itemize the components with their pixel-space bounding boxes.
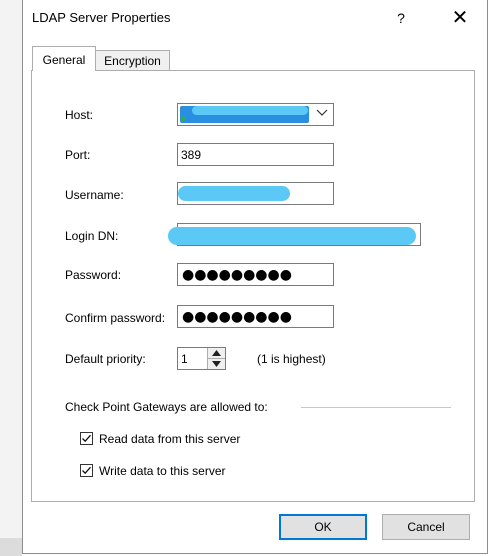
port-value: 389 bbox=[181, 148, 202, 162]
cancel-button[interactable]: Cancel bbox=[382, 514, 470, 540]
write-data-checkbox[interactable] bbox=[80, 464, 93, 477]
chevron-down-icon[interactable] bbox=[311, 104, 333, 125]
read-data-label[interactable]: Read data from this server bbox=[99, 432, 240, 446]
checkmark-icon bbox=[82, 466, 91, 475]
priority-value: 1 bbox=[181, 352, 188, 366]
login-dn-input[interactable] bbox=[168, 223, 421, 246]
ok-button[interactable]: OK bbox=[279, 514, 367, 540]
redaction-mark bbox=[168, 227, 416, 245]
confirm-password-value: ●●●●●●●●● bbox=[182, 309, 292, 325]
priority-hint: (1 is highest) bbox=[257, 352, 326, 366]
close-button[interactable]: ✕ bbox=[444, 5, 476, 31]
write-data-label[interactable]: Write data to this server bbox=[99, 464, 226, 478]
priority-stepper[interactable]: 1 bbox=[177, 347, 226, 370]
login-dn-label: Login DN: bbox=[65, 229, 119, 243]
password-value: ●●●●●●●●● bbox=[182, 267, 292, 283]
background-taskbar bbox=[0, 538, 22, 556]
help-button[interactable]: ? bbox=[389, 5, 413, 31]
password-input[interactable]: ●●●●●●●●● bbox=[177, 263, 334, 286]
host-combobox[interactable] bbox=[177, 103, 334, 126]
username-input[interactable] bbox=[177, 182, 334, 205]
group-divider bbox=[301, 407, 451, 408]
ldap-properties-dialog: LDAP Server Properties ? ✕ General Encry… bbox=[22, 0, 488, 554]
background-window bbox=[0, 0, 22, 556]
general-panel: Host: Port: 389 Username: Login DN: Pass… bbox=[31, 70, 475, 502]
host-label: Host: bbox=[65, 108, 94, 122]
redaction-mark bbox=[192, 106, 308, 115]
confirm-password-input[interactable]: ●●●●●●●●● bbox=[177, 305, 334, 328]
password-label: Password: bbox=[65, 268, 122, 282]
title-bar[interactable]: LDAP Server Properties ? ✕ bbox=[23, 0, 487, 38]
port-input[interactable]: 389 bbox=[177, 143, 334, 166]
port-label: Port: bbox=[65, 148, 91, 162]
host-color-marker bbox=[181, 115, 186, 123]
tab-general[interactable]: General bbox=[32, 46, 96, 71]
read-data-checkbox[interactable] bbox=[80, 432, 93, 445]
username-label: Username: bbox=[65, 188, 124, 202]
default-priority-label: Default priority: bbox=[65, 352, 146, 366]
gateways-group-label: Check Point Gateways are allowed to: bbox=[65, 400, 268, 414]
tab-encryption[interactable]: Encryption bbox=[96, 50, 170, 72]
stepper-buttons bbox=[207, 348, 225, 369]
stepper-up-icon[interactable] bbox=[208, 348, 225, 359]
redaction-mark bbox=[178, 186, 290, 201]
dialog-title: LDAP Server Properties bbox=[32, 10, 171, 25]
checkmark-icon bbox=[82, 434, 91, 443]
stepper-down-icon[interactable] bbox=[208, 359, 225, 369]
confirm-password-label: Confirm password: bbox=[65, 311, 166, 325]
